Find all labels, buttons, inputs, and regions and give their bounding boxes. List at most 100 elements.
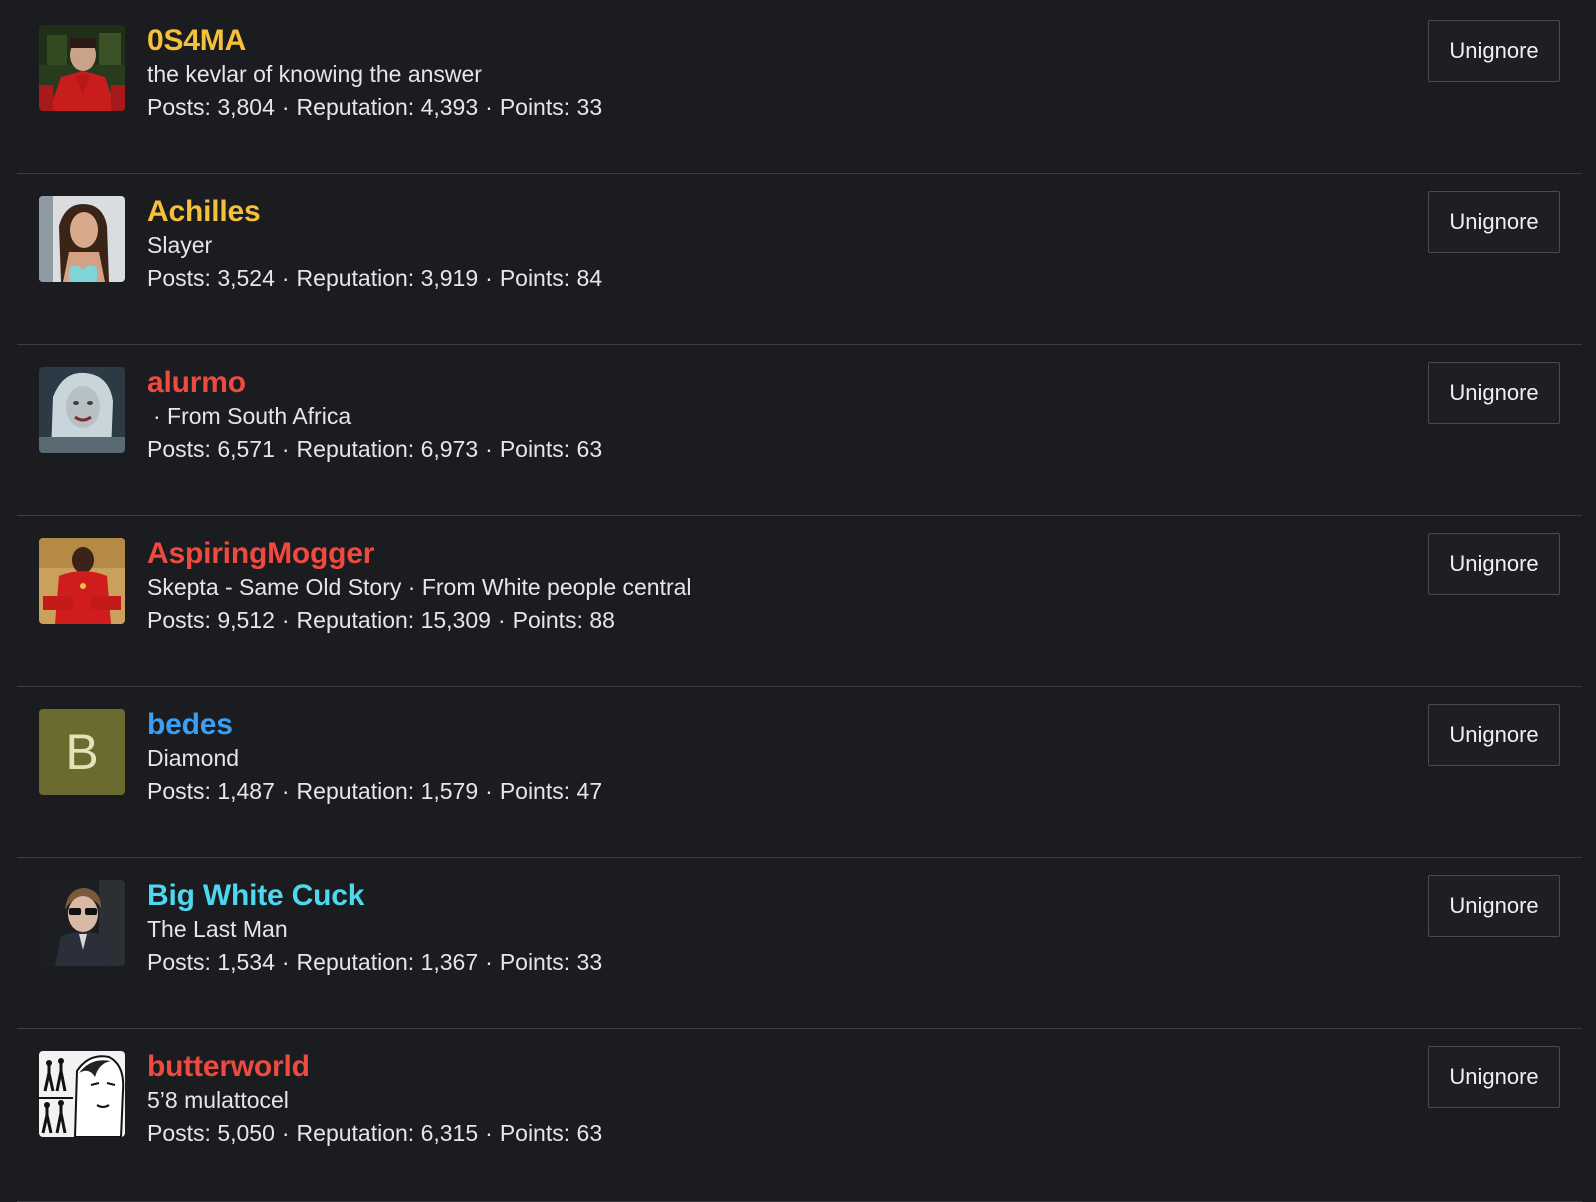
manga-evolution-portrait-icon [39, 1051, 125, 1137]
points-label: Points: [512, 607, 583, 633]
user-title: 5’8 mulattocel [147, 1087, 289, 1113]
posts-label: Posts: [147, 94, 211, 120]
separator: · [485, 949, 493, 975]
list-item: Big White Cuck The Last Man Posts: 1,534… [17, 855, 1582, 1029]
user-title: Skepta - Same Old Story · From White peo… [147, 574, 692, 600]
posts-value: 3,804 [217, 94, 275, 120]
blonde-woman-portrait-icon [39, 367, 125, 453]
reputation-value: 1,579 [420, 778, 479, 804]
user-stats: Posts: 5,050 · Reputation: 6,315 · Points: 6… [147, 1119, 602, 1147]
points-value: 84 [576, 265, 603, 291]
list-item: butterworld 5’8 mulattocel Posts: 5,050 ·… [17, 1026, 1582, 1202]
unignore-button[interactable]: Unignore [1428, 362, 1560, 424]
man-in-red-portrait-icon [39, 538, 125, 624]
points-label: Points: [499, 949, 571, 975]
username-link[interactable]: bedes [147, 708, 602, 742]
points-label: Points: [499, 265, 571, 291]
user-stats: Posts: 6,571 · Reputation: 6,973 · Points: 6… [147, 435, 602, 463]
posts-value: 5,050 [217, 1120, 275, 1146]
points-value: 63 [576, 436, 603, 462]
separator: · [485, 1120, 493, 1146]
posts-label: Posts: [147, 778, 211, 804]
reputation-value: 6,315 [420, 1120, 479, 1146]
user-stats: Posts: 1,534 · Reputation: 1,367 · Points: 3… [147, 948, 602, 976]
separator: · [485, 436, 493, 462]
reputation-value: 15,309 [420, 607, 491, 633]
unignore-button[interactable]: Unignore [1428, 1046, 1560, 1108]
woman-portrait-icon [39, 196, 125, 282]
posts-value: 3,524 [217, 265, 275, 291]
separator: · [485, 778, 493, 804]
points-label: Points: [499, 778, 571, 804]
posts-label: Posts: [147, 607, 211, 633]
separator: · [485, 265, 493, 291]
separator: · [281, 436, 290, 462]
list-item: alurmo · From South Africa Posts: 6,571 ·… [17, 342, 1582, 516]
unignore-button[interactable]: Unignore [1428, 191, 1560, 253]
avatar[interactable] [39, 880, 125, 966]
username-link[interactable]: Achilles [147, 195, 602, 229]
avatar-letter: B [65, 724, 99, 780]
user-title: the kevlar of knowing the answer [147, 61, 482, 87]
list-item: Achilles Slayer Posts: 3,524 · Reputation:… [17, 171, 1582, 345]
unignore-button[interactable]: Unignore [1428, 704, 1560, 766]
posts-label: Posts: [147, 265, 211, 291]
user-stats: Posts: 3,804 · Reputation: 4,393 · Points: 3… [147, 93, 602, 121]
list-item: AspiringMogger Skepta - Same Old Story ·… [17, 513, 1582, 687]
user-title: Slayer [147, 232, 213, 258]
reputation-value: 3,919 [420, 265, 479, 291]
separator: · [281, 607, 290, 633]
user-stats: Posts: 3,524 · Reputation: 3,919 · Points: 8… [147, 264, 602, 292]
points-label: Points: [499, 1120, 571, 1146]
unignore-button[interactable]: Unignore [1428, 533, 1560, 595]
reputation-value: 6,973 [420, 436, 479, 462]
user-title: The Last Man [147, 916, 288, 942]
user-title: · From South Africa [153, 403, 352, 429]
reputation-label: Reputation: [296, 94, 415, 120]
username-link[interactable]: butterworld [147, 1050, 602, 1084]
username-link[interactable]: AspiringMogger [147, 537, 692, 571]
separator: · [281, 265, 290, 291]
user-title: Diamond [147, 745, 240, 771]
user-stats: Posts: 1,487 · Reputation: 1,579 · Points: 4… [147, 777, 602, 805]
posts-value: 1,534 [217, 949, 275, 975]
avatar[interactable] [39, 196, 125, 282]
points-value: 88 [589, 607, 615, 633]
list-item: 0S4MA the kevlar of knowing the answer P… [17, 0, 1582, 174]
username-link[interactable]: alurmo [147, 366, 602, 400]
reputation-label: Reputation: [296, 778, 415, 804]
posts-label: Posts: [147, 949, 211, 975]
separator: · [281, 94, 290, 120]
unignore-button[interactable]: Unignore [1428, 875, 1560, 937]
points-label: Points: [499, 94, 571, 120]
avatar[interactable] [39, 367, 125, 453]
avatar[interactable] [39, 538, 125, 624]
points-value: 47 [576, 778, 603, 804]
avatar[interactable]: B [39, 709, 125, 795]
posts-label: Posts: [147, 1120, 211, 1146]
list-item: B bedes Diamond Posts: 1,487 · Reputation:… [17, 684, 1582, 858]
points-value: 33 [576, 949, 603, 975]
posts-value: 1,487 [217, 778, 275, 804]
user-stats: Posts: 9,512 · Reputation: 15,309 · Points: … [147, 606, 692, 634]
reputation-label: Reputation: [296, 1120, 415, 1146]
reputation-label: Reputation: [296, 949, 415, 975]
reputation-label: Reputation: [296, 265, 415, 291]
reputation-label: Reputation: [296, 436, 415, 462]
red-jumpsuit-portrait-icon [39, 25, 125, 111]
reputation-label: Reputation: [296, 607, 415, 633]
points-label: Points: [499, 436, 571, 462]
username-link[interactable]: 0S4MA [147, 24, 602, 58]
separator: · [281, 778, 290, 804]
username-link[interactable]: Big White Cuck [147, 879, 602, 913]
avatar[interactable] [39, 25, 125, 111]
separator: · [497, 607, 506, 633]
reputation-value: 4,393 [420, 94, 479, 120]
posts-value: 6,571 [217, 436, 275, 462]
unignore-button[interactable]: Unignore [1428, 20, 1560, 82]
separator: · [281, 949, 290, 975]
posts-label: Posts: [147, 436, 211, 462]
avatar[interactable] [39, 1051, 125, 1137]
posts-value: 9,512 [217, 607, 275, 633]
reputation-value: 1,367 [420, 949, 479, 975]
